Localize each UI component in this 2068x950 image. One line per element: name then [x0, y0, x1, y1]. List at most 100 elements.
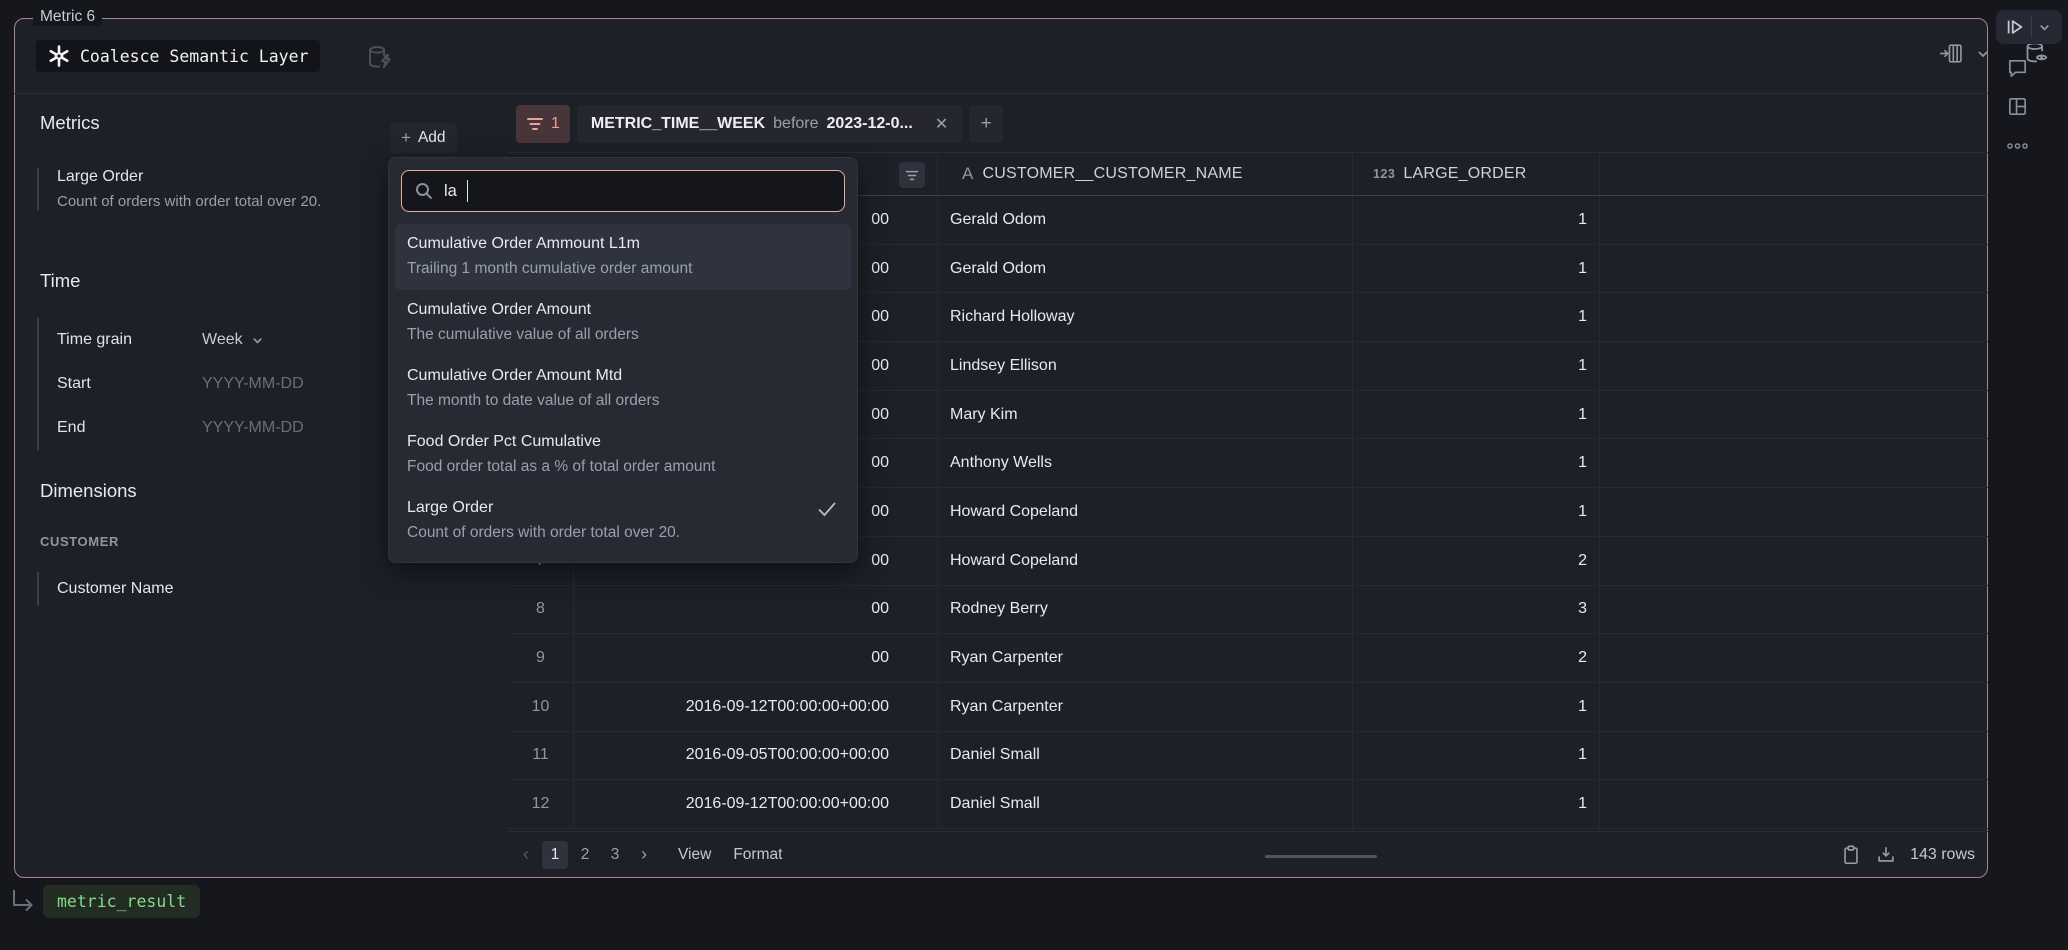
filter-count-chip[interactable]: 1 [516, 105, 570, 143]
time-start-row: Start YYYY-MM-DD [57, 362, 367, 406]
cell-filler [1600, 780, 1988, 828]
cell-large-order: 1 [1353, 391, 1600, 439]
search-query: la [444, 182, 457, 201]
horizontal-scrollbar[interactable] [1265, 855, 1377, 858]
download-icon[interactable] [1875, 844, 1897, 866]
time-heading: Time [40, 270, 80, 292]
cell-metric-time: 2016-09-05T00:00:00+00:00 [574, 732, 938, 780]
layout-icon[interactable] [2006, 95, 2029, 118]
cell-large-order: 1 [1353, 732, 1600, 780]
next-page-icon[interactable]: › [632, 844, 656, 865]
metric-option[interactable]: Cumulative Order Ammount L1m Trailing 1 … [395, 224, 851, 290]
comments-icon[interactable] [2006, 56, 2029, 79]
metric-option[interactable]: Large Order Count of orders with order t… [395, 488, 851, 554]
cell-filler [1600, 586, 1988, 634]
table-row: 9 00 Ryan Carpenter 2 [508, 634, 1988, 683]
page-button[interactable]: 2 [572, 841, 598, 869]
cell-filler [1600, 732, 1988, 780]
dimension-item-customer-name[interactable]: Customer Name [37, 572, 173, 606]
footer-right: 143 rows [1840, 832, 1975, 878]
run-cell-icon[interactable] [2005, 17, 2025, 37]
view-table-icon[interactable] [1938, 41, 1963, 66]
copy-icon[interactable] [1840, 844, 1862, 866]
metric-description: Count of orders with order total over 20… [57, 193, 402, 210]
metric-name: Large Order [57, 168, 437, 186]
divider [2031, 16, 2032, 38]
page-button[interactable]: 1 [542, 841, 568, 869]
cell-filler [1600, 537, 1988, 585]
time-grain-label: Time grain [57, 331, 202, 349]
filter-count: 1 [551, 115, 560, 133]
cell-filler [1600, 439, 1988, 487]
metric-option-title: Food Order Pct Cumulative [407, 433, 839, 451]
chevron-down-icon [250, 333, 265, 348]
table-row: 10 2016-09-12T00:00:00+00:00 Ryan Carpen… [508, 683, 1988, 732]
dimension-group-label: CUSTOMER [40, 534, 119, 549]
cell-customer-name: Ryan Carpenter [938, 634, 1353, 682]
cell-metric-time: 00 [574, 634, 938, 682]
snowflake-icon [48, 45, 70, 67]
customer-column-label: CUSTOMER__CUSTOMER_NAME [983, 165, 1243, 183]
table-row: 11 2016-09-05T00:00:00+00:00 Daniel Smal… [508, 732, 1988, 781]
cell-customer-name: Daniel Small [938, 732, 1353, 780]
cell-filler [1600, 488, 1988, 536]
metric-search-input[interactable]: la [401, 170, 845, 212]
cell-large-order: 1 [1353, 439, 1600, 487]
view-link[interactable]: View [678, 846, 711, 864]
database-bolt-icon[interactable] [366, 44, 394, 72]
metric-option-description: Food order total as a % of total order a… [407, 458, 839, 476]
time-end-row: End YYYY-MM-DD [57, 406, 367, 450]
start-date-input[interactable]: YYYY-MM-DD [202, 375, 304, 393]
filter-chip[interactable]: METRIC_TIME__WEEK before 2023-12-0... ✕ [577, 105, 962, 143]
return-arrow-icon [10, 888, 40, 916]
format-link[interactable]: Format [733, 846, 782, 864]
end-date-input[interactable]: YYYY-MM-DD [202, 419, 304, 437]
prev-page-icon[interactable]: ‹ [514, 844, 538, 865]
text-cursor [467, 180, 469, 202]
time-grain-select[interactable]: Week [202, 331, 265, 349]
row-number: 12 [508, 780, 574, 828]
cell-filler [1600, 293, 1988, 341]
metric-item-large-order[interactable]: Large Order Count of orders with order t… [37, 168, 437, 210]
filter-operator: before [773, 115, 818, 133]
cell-customer-name: Anthony Wells [938, 439, 1353, 487]
cell-large-order: 2 [1353, 537, 1600, 585]
metric-option[interactable]: Cumulative Order Amount The cumulative v… [395, 290, 851, 356]
metric-option[interactable]: Cumulative Order Amount Mtd The month to… [395, 356, 851, 422]
number-type-icon: 123 [1373, 167, 1395, 181]
check-icon [817, 501, 837, 517]
large-order-column-label: LARGE_ORDER [1403, 165, 1526, 183]
dimensions-heading: Dimensions [40, 480, 137, 502]
run-cell-group [1996, 10, 2062, 44]
cell-customer-name: Howard Copeland [938, 537, 1353, 585]
run-options-chevron-icon[interactable] [2037, 20, 2052, 35]
customer-column-header[interactable]: A CUSTOMER__CUSTOMER_NAME [938, 153, 1353, 195]
cell-large-order: 1 [1353, 780, 1600, 828]
end-label: End [57, 419, 202, 437]
page-button[interactable]: 3 [602, 841, 628, 869]
add-filter-button[interactable]: + [969, 105, 1003, 143]
column-filter-icon[interactable] [899, 162, 925, 188]
cell-customer-name: Howard Copeland [938, 488, 1353, 536]
start-label: Start [57, 375, 202, 393]
cell-title[interactable]: Metric 6 [33, 8, 102, 26]
cell-large-order: 1 [1353, 245, 1600, 293]
metric-option[interactable]: Food Order Pct Cumulative Food order tot… [395, 422, 851, 488]
cell-large-order: 2 [1353, 634, 1600, 682]
cell-filler [1600, 683, 1988, 731]
cell-filler [1600, 342, 1988, 390]
large-order-column-header[interactable]: 123 LARGE_ORDER [1353, 153, 1600, 195]
search-icon [414, 181, 434, 201]
cell-metric-time: 2016-09-12T00:00:00+00:00 [574, 780, 938, 828]
row-number: 11 [508, 732, 574, 780]
row-number: 9 [508, 634, 574, 682]
filter-value: 2023-12-0... [827, 115, 913, 133]
more-options-icon[interactable] [2006, 142, 2029, 150]
output-variable[interactable]: metric_result [43, 885, 200, 918]
cell-customer-name: Gerald Odom [938, 196, 1353, 244]
view-dropdown-chevron-icon[interactable] [1975, 46, 1991, 62]
remove-filter-icon[interactable]: ✕ [935, 114, 948, 134]
source-badge[interactable]: Coalesce Semantic Layer [36, 40, 320, 72]
add-button[interactable]: + Add [390, 123, 457, 153]
metric-option-description: Count of orders with order total over 20… [407, 524, 839, 542]
